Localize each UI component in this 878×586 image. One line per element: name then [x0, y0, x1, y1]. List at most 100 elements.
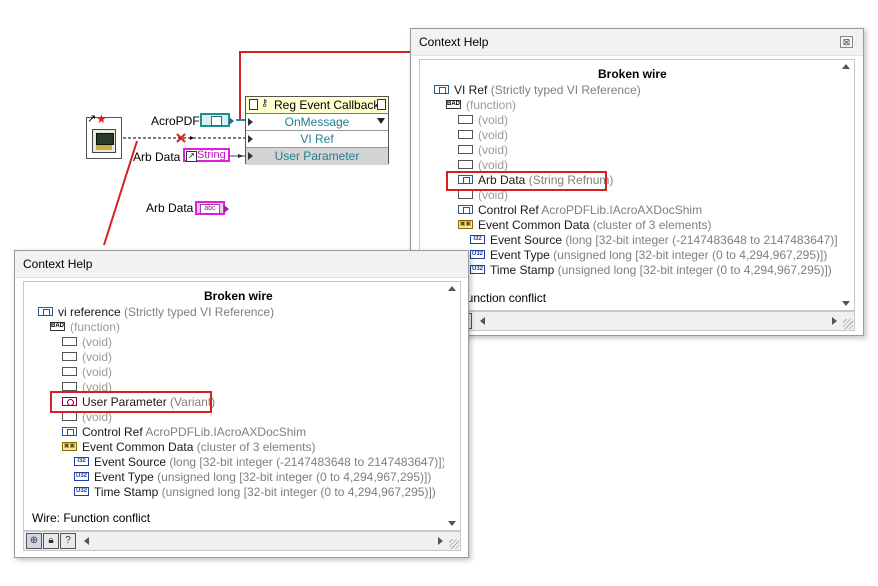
help-line-type: (cluster of 3 elements): [592, 218, 712, 232]
help-line: (void): [62, 350, 112, 365]
help-line: U32 Event Type (unsigned long [32-bit int…: [74, 470, 431, 485]
acropdf-label: AcroPDF: [151, 114, 200, 128]
bad-type-icon: BAD: [446, 100, 461, 110]
wire-status: Wire: Function conflict: [32, 511, 151, 525]
reg-event-callback-node[interactable]: ⚷ Reg Event Callback OnMessage VI Ref Us…: [245, 96, 389, 165]
help-line: BAD (function): [446, 98, 516, 113]
help-line: ▣▣ Event Common Data (cluster of 3 elemen…: [458, 218, 711, 233]
help-heading: Broken wire: [204, 289, 273, 303]
ref-type-icon: [458, 205, 473, 215]
help-line: U32 Time Stamp (unsigned long [32-bit int…: [74, 485, 436, 500]
document-icon: [211, 116, 222, 126]
void-type-icon: [458, 115, 473, 125]
help-line-type: (void): [478, 128, 509, 142]
i32-type-icon: I32: [470, 235, 485, 245]
arb-data-label: Arb Data: [133, 150, 181, 164]
help-line-type: (cluster of 3 elements): [196, 440, 316, 454]
u32-type-icon: U32: [470, 265, 485, 275]
scroll-down-icon[interactable]: [842, 301, 850, 306]
help-line-name: Control Ref: [478, 203, 539, 217]
help-line: (void): [458, 128, 508, 143]
scroll-up-icon[interactable]: [842, 64, 850, 69]
scroll-left-icon[interactable]: [84, 537, 89, 545]
reg-node-title: Reg Event Callback: [274, 98, 380, 112]
help-line: (void): [62, 365, 112, 380]
help-line-name: Event Type: [490, 248, 550, 262]
help-heading: Broken wire: [598, 67, 667, 81]
resize-grip-icon[interactable]: [843, 319, 853, 329]
reg-node-row-vi-ref[interactable]: VI Ref: [246, 131, 388, 148]
help-line: Control Ref AcroPDFLib.IAcroAXDocShim: [62, 425, 306, 440]
help-line-name: Event Type: [94, 470, 154, 484]
help-bottom-bar: ⊕ 🔒︎ ?: [23, 531, 461, 551]
resize-grip-icon[interactable]: [449, 539, 459, 549]
void-type-icon: [458, 190, 473, 200]
cl-type-icon: ▣▣: [458, 220, 473, 230]
help-line-type: (void): [478, 143, 509, 157]
scroll-right-icon[interactable]: [832, 317, 837, 325]
void-type-icon: [62, 412, 77, 422]
vi-ref-arrow-icon: ↗: [87, 113, 97, 125]
highlight-box-arb-data: [446, 171, 607, 191]
cl-type-icon: ▣▣: [62, 442, 77, 452]
help-line-name: Control Ref: [82, 425, 143, 439]
reg-node-row-event[interactable]: OnMessage: [246, 114, 388, 131]
simple-help-icon[interactable]: ⊕: [26, 533, 42, 549]
help-bottom-bar: ⊕ 🔒︎ ?: [419, 311, 855, 331]
node-ref-icon: [249, 99, 258, 110]
ref-type-icon: [38, 307, 53, 317]
string-refnum-terminal[interactable]: ↗ String: [183, 148, 230, 162]
help-line-type: (void): [82, 365, 113, 379]
help-title: Context Help: [419, 35, 489, 49]
void-type-icon: [62, 367, 77, 377]
ref-type-icon: [62, 427, 77, 437]
void-type-icon: [458, 130, 473, 140]
void-type-icon: [62, 352, 77, 362]
scroll-up-icon[interactable]: [448, 286, 456, 291]
reg-node-row-user-parameter[interactable]: User Parameter: [246, 148, 388, 165]
help-question-icon[interactable]: ?: [60, 533, 76, 549]
acropdf-terminal[interactable]: [200, 113, 234, 127]
help-line: U32 Event Type (unsigned long [32-bit int…: [470, 248, 827, 263]
help-line-type: (unsigned long [32-bit integer (0 to 4,2…: [557, 263, 832, 277]
string-constant-terminal[interactable]: abc: [195, 201, 229, 215]
callback-icon: ⚷: [261, 98, 269, 109]
string-term-label: String: [197, 149, 226, 161]
vertical-scrollbar[interactable]: [444, 282, 460, 530]
help-line-type: (function): [70, 320, 121, 334]
help-line-name: Event Source: [490, 233, 563, 247]
help-titlebar[interactable]: Context Help ⊠: [411, 29, 863, 56]
lock-icon[interactable]: 🔒︎: [43, 533, 59, 549]
void-type-icon: [62, 337, 77, 347]
help-line-type: (Strictly typed VI Reference): [490, 83, 641, 97]
help-line-name: Event Source: [94, 455, 167, 469]
scroll-down-icon[interactable]: [448, 521, 456, 526]
help-line: BAD (function): [50, 320, 120, 335]
close-icon[interactable]: ⊠: [840, 36, 853, 48]
void-type-icon: [458, 145, 473, 155]
help-line: I32 Event Source (long [32-bit integer (-…: [74, 455, 446, 470]
u32-type-icon: U32: [74, 472, 89, 482]
help-line-name: Event Common Data: [478, 218, 590, 232]
help-line-name: Time Stamp: [490, 263, 555, 277]
help-line-type: (unsigned long [32-bit integer (0 to 4,2…: [157, 470, 432, 484]
help-titlebar[interactable]: Context Help: [15, 251, 468, 278]
reg-node-title-bar: ⚷ Reg Event Callback: [246, 97, 388, 114]
u32-type-icon: U32: [470, 250, 485, 260]
help-title: Context Help: [23, 257, 93, 271]
help-line-name: VI Ref: [454, 83, 488, 97]
highlight-box-user-parameter: [50, 391, 212, 413]
help-line: (void): [458, 143, 508, 158]
help-line-type: AcroPDFLib.IAcroAXDocShim: [145, 425, 307, 439]
help-line-type: (void): [82, 335, 113, 349]
i32-type-icon: I32: [74, 457, 89, 467]
chevron-down-icon[interactable]: [377, 118, 385, 124]
void-type-icon: [458, 160, 473, 170]
help-line-type: (long [32-bit integer (-2147483648 to 21…: [169, 455, 446, 469]
node-ref-out-icon: [377, 99, 386, 110]
help-line-type: (void): [478, 158, 509, 172]
scroll-right-icon[interactable]: [438, 537, 443, 545]
scroll-left-icon[interactable]: [480, 317, 485, 325]
vertical-scrollbar[interactable]: [838, 60, 854, 310]
help-line-type: (long [32-bit integer (-2147483648 to 21…: [565, 233, 842, 247]
